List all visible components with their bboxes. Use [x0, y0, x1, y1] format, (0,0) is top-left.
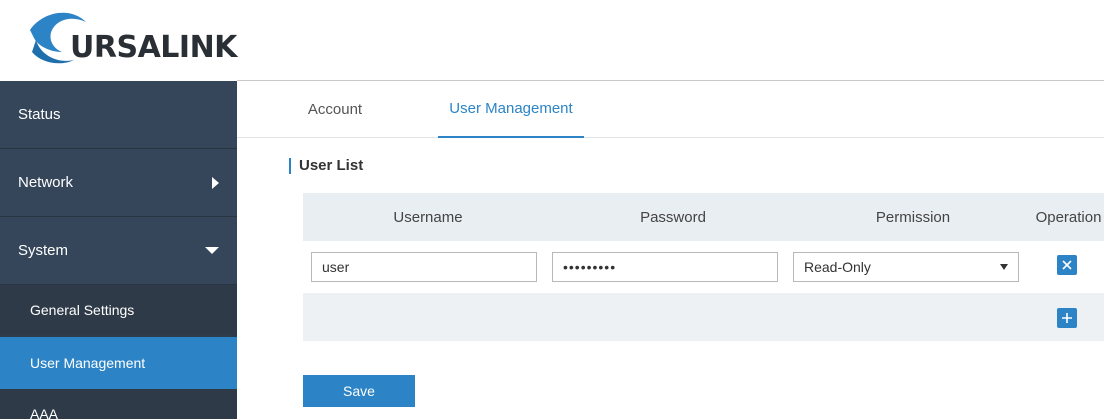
header: URSALINK: [0, 0, 1104, 80]
sidebar-item-label: User Management: [30, 355, 146, 371]
sidebar: Status Network System General Settings U…: [0, 81, 237, 419]
sidebar-item-label: Network: [18, 174, 74, 191]
chevron-down-icon: [205, 246, 219, 254]
password-field[interactable]: •••••••••: [552, 252, 778, 282]
sidebar-item-label: System: [18, 242, 69, 259]
plus-icon: [1062, 313, 1072, 323]
tab-bar: Account User Management: [237, 81, 1104, 138]
sidebar-item-label: AAA: [30, 406, 59, 419]
sidebar-item-status[interactable]: Status: [0, 81, 237, 149]
logo-text: URSALINK: [70, 30, 237, 65]
table-header: Username Password Permission Operation: [303, 193, 1104, 241]
sidebar-item-user-management[interactable]: User Management: [0, 337, 237, 389]
sidebar-item-system[interactable]: System: [0, 217, 237, 285]
column-header-password: Password: [640, 208, 706, 226]
sidebar-item-network[interactable]: Network: [0, 149, 237, 217]
sidebar-item-aaa[interactable]: AAA: [0, 389, 237, 419]
column-header-username: Username: [393, 208, 463, 226]
permission-select[interactable]: Read-Only: [793, 252, 1019, 282]
column-header-operation: Operation: [1035, 208, 1102, 226]
column-header-permission: Permission: [875, 208, 951, 226]
tab-user-management[interactable]: User Management: [438, 81, 584, 138]
permission-select-value: Read-Only: [804, 259, 871, 275]
delete-row-button[interactable]: [1057, 255, 1077, 275]
table-row: user ••••••••• Read-Only: [303, 241, 1104, 289]
username-field[interactable]: user: [311, 252, 537, 282]
save-button[interactable]: Save: [303, 375, 415, 407]
close-icon: [1062, 260, 1072, 270]
table-row: [303, 293, 1104, 341]
sidebar-item-general-settings[interactable]: General Settings: [0, 285, 237, 335]
sidebar-item-label: General Settings: [30, 302, 135, 318]
dropdown-arrow-icon: [1000, 264, 1008, 270]
tab-account[interactable]: Account: [295, 81, 375, 138]
section-title: User List: [289, 158, 363, 174]
main-content: Account User Management User List Userna…: [237, 81, 1104, 419]
add-row-button[interactable]: [1057, 308, 1077, 328]
chevron-right-icon: [212, 176, 219, 189]
sidebar-item-label: Status: [18, 106, 61, 123]
